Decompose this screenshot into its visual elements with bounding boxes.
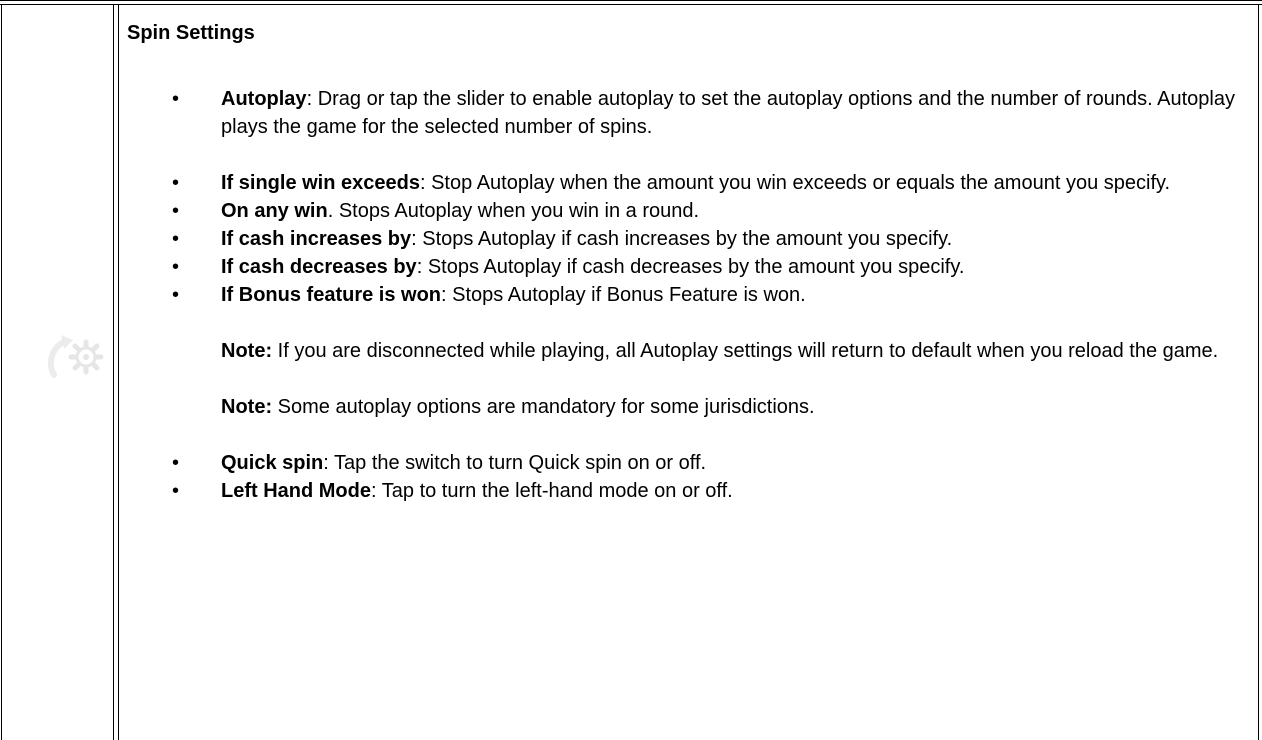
content-cell: Spin Settings Autoplay: Drag or tap the … [127, 19, 1252, 505]
help-table: Spin Settings Autoplay: Drag or tap the … [0, 0, 1262, 740]
table-border-top-inner [0, 4, 1262, 5]
item-sep: : [411, 228, 423, 250]
list-item: If Bonus feature is won: Stops Autoplay … [127, 281, 1252, 309]
list-item: Autoplay: Drag or tap the slider to enab… [127, 85, 1252, 141]
note-label: Note: [221, 340, 273, 362]
item-text: Stops Autoplay if Bonus Feature is won. [452, 284, 806, 306]
item-text: Drag or tap the slider to enable autopla… [221, 88, 1235, 138]
list-item: Left Hand Mode: Tap to turn the left-han… [127, 477, 1252, 505]
autoplay-list: Autoplay: Drag or tap the slider to enab… [127, 85, 1252, 141]
list-item: If cash decreases by: Stops Autoplay if … [127, 253, 1252, 281]
item-term: Left Hand Mode [221, 480, 371, 502]
item-sep: : [419, 172, 432, 194]
item-term: Quick spin [221, 452, 324, 474]
list-item: If single win exceeds: Stop Autoplay whe… [127, 169, 1252, 197]
list-item: If cash increases by: Stops Autoplay if … [127, 225, 1252, 253]
item-term: If Bonus feature is won [221, 284, 442, 306]
table-border-right [1258, 4, 1259, 740]
table-border-top [0, 0, 1262, 1]
item-sep: : [371, 480, 382, 502]
item-term: If cash decreases by [221, 256, 417, 278]
section-title: Spin Settings [127, 22, 255, 44]
table-divider-inner [118, 4, 119, 740]
item-text: Stops Autoplay if cash decreases by the … [427, 256, 965, 278]
item-term: If single win exceeds [221, 172, 420, 194]
item-text: Tap the switch to turn Quick spin on or … [334, 452, 707, 474]
item-sep: : [416, 256, 428, 278]
item-sep: : [323, 452, 335, 474]
note-text: Some autoplay options are mandatory for … [272, 396, 815, 418]
note-label: Note: [221, 396, 273, 418]
icon-cell [2, 5, 113, 740]
list-item: Quick spin: Tap the switch to turn Quick… [127, 449, 1252, 477]
item-term: If cash increases by [221, 228, 412, 250]
note-disconnect: Note: If you are disconnected while play… [127, 337, 1252, 365]
item-text: Stops Autoplay if cash increases by the … [422, 228, 953, 250]
item-sep: . [327, 200, 339, 222]
item-term: On any win [221, 200, 328, 222]
list-item: On any win. Stops Autoplay when you win … [127, 197, 1252, 225]
item-sep: : [306, 88, 318, 110]
item-sep: : [441, 284, 453, 306]
spin-options-list: Quick spin: Tap the switch to turn Quick… [127, 449, 1252, 505]
item-text: Tap to turn the left-hand mode on or off… [381, 480, 733, 502]
item-text: Stops Autoplay when you win in a round. [338, 200, 700, 222]
table-divider [113, 4, 114, 740]
item-term: Autoplay [221, 88, 307, 110]
note-jurisdictions: Note: Some autoplay options are mandator… [127, 393, 1252, 421]
autoplay-gear-icon [47, 335, 104, 378]
note-text: If you are disconnected while playing, a… [272, 340, 1219, 362]
item-text: Stop Autoplay when the amount you win ex… [431, 172, 1171, 194]
autoplay-stop-options-list: If single win exceeds: Stop Autoplay whe… [127, 169, 1252, 309]
